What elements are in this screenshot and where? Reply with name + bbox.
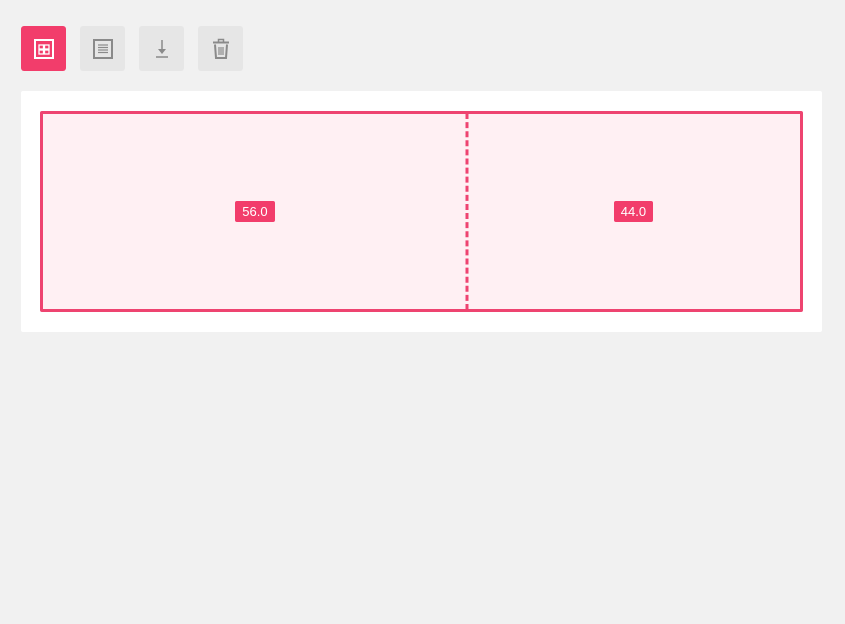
column-resize-divider[interactable] (465, 113, 469, 310)
column-width-badge: 56.0 (235, 201, 275, 222)
layout-row: 56.0 44.0 (40, 111, 803, 312)
layout-column-2[interactable]: 44.0 (467, 114, 800, 309)
trash-icon (210, 38, 232, 60)
rows-layout-icon (92, 38, 114, 60)
column-width-badge: 44.0 (613, 201, 654, 222)
rows-layout-button[interactable] (80, 26, 125, 71)
layout-panel: 56.0 44.0 (21, 91, 822, 332)
toolbar (21, 26, 243, 71)
download-icon (151, 38, 173, 60)
delete-button[interactable] (198, 26, 243, 71)
columns-layout-icon (33, 38, 55, 60)
columns-layout-button[interactable] (21, 26, 66, 71)
download-button[interactable] (139, 26, 184, 71)
layout-column-1[interactable]: 56.0 (43, 114, 467, 309)
